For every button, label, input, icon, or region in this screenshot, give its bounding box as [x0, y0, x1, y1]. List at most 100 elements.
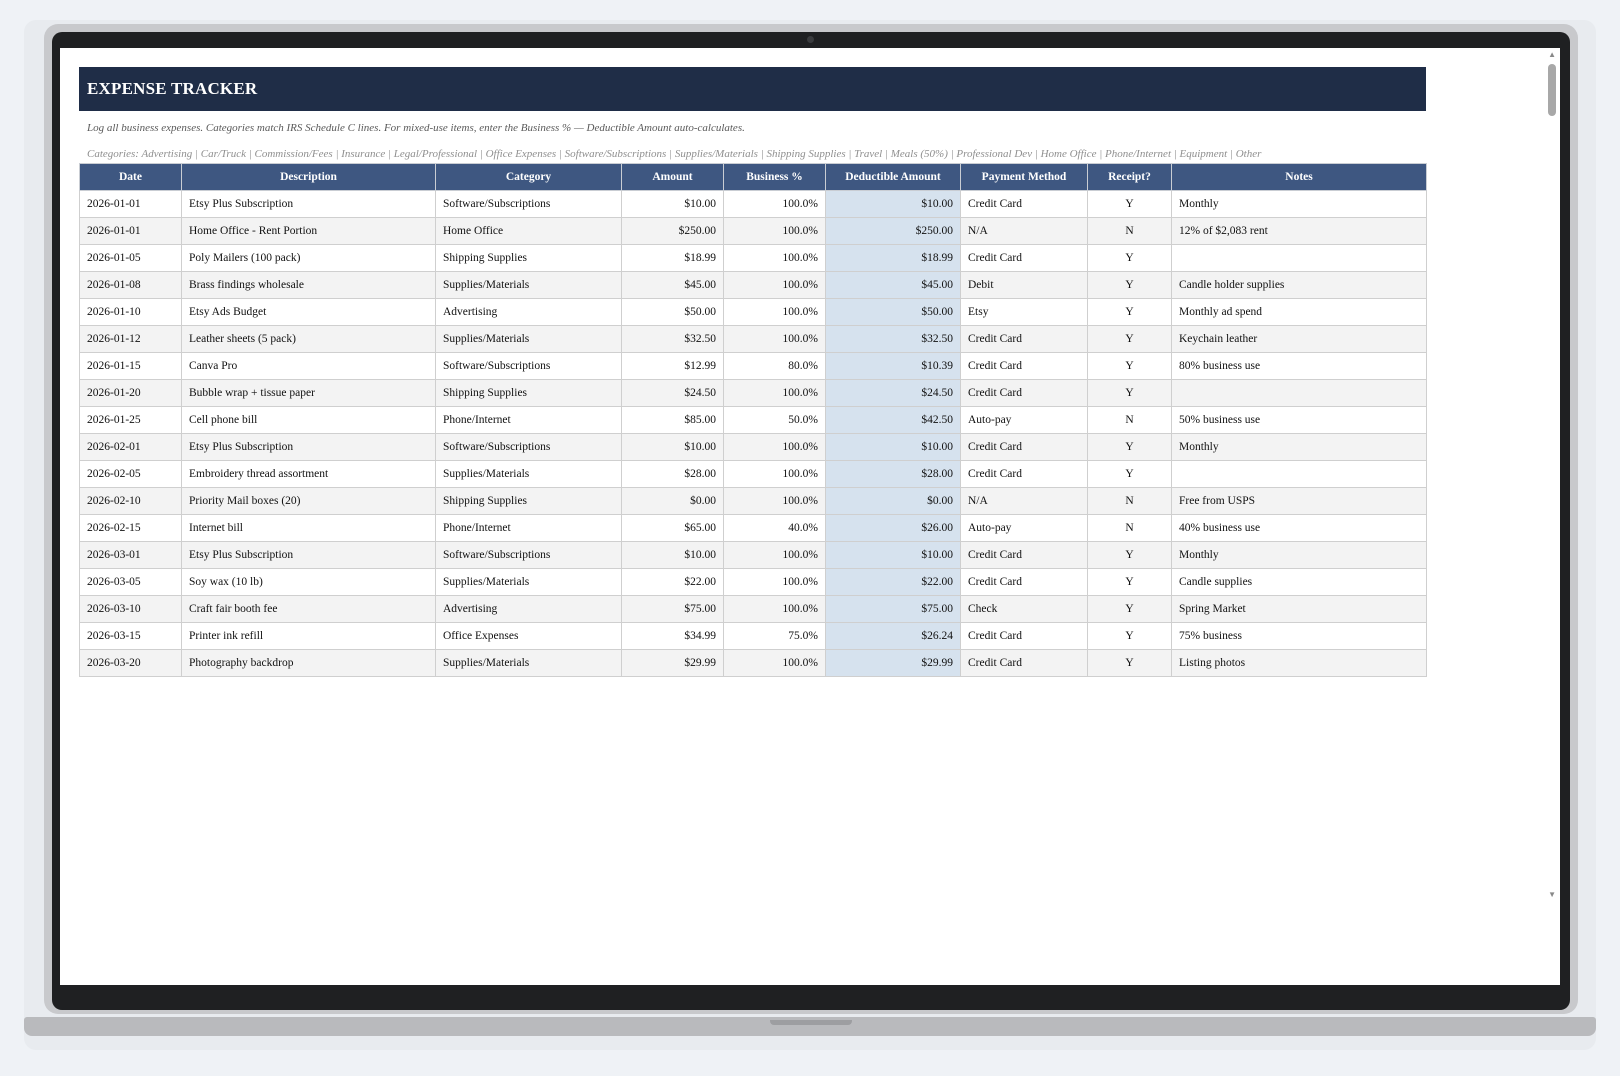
cell-amount[interactable]: $75.00 — [621, 595, 724, 623]
cell-business-percent[interactable]: 100.0% — [723, 298, 826, 326]
cell-description[interactable]: Embroidery thread assortment — [181, 460, 436, 488]
cell-business-percent[interactable]: 100.0% — [723, 379, 826, 407]
cell-business-percent[interactable]: 100.0% — [723, 271, 826, 299]
cell-amount[interactable]: $18.99 — [621, 244, 724, 272]
cell-receipt[interactable]: N — [1087, 406, 1172, 434]
cell-receipt[interactable]: Y — [1087, 244, 1172, 272]
cell-category[interactable]: Supplies/Materials — [435, 271, 622, 299]
cell-date[interactable]: 2026-01-01 — [79, 217, 182, 245]
cell-notes[interactable]: Monthly — [1171, 190, 1427, 218]
cell-notes[interactable]: Monthly — [1171, 433, 1427, 461]
cell-deductible-amount[interactable]: $24.50 — [825, 379, 961, 407]
cell-notes[interactable]: Monthly — [1171, 541, 1427, 569]
cell-date[interactable]: 2026-01-01 — [79, 190, 182, 218]
cell-business-percent[interactable]: 100.0% — [723, 649, 826, 677]
cell-amount[interactable]: $45.00 — [621, 271, 724, 299]
cell-payment-method[interactable]: Credit Card — [960, 190, 1088, 218]
col-header-amount[interactable]: Amount — [621, 163, 724, 191]
cell-date[interactable]: 2026-03-01 — [79, 541, 182, 569]
cell-deductible-amount[interactable]: $10.00 — [825, 190, 961, 218]
cell-amount[interactable]: $10.00 — [621, 433, 724, 461]
cell-business-percent[interactable]: 100.0% — [723, 541, 826, 569]
cell-deductible-amount[interactable]: $26.24 — [825, 622, 961, 650]
cell-receipt[interactable]: Y — [1087, 568, 1172, 596]
cell-date[interactable]: 2026-03-10 — [79, 595, 182, 623]
cell-business-percent[interactable]: 40.0% — [723, 514, 826, 542]
cell-category[interactable]: Shipping Supplies — [435, 487, 622, 515]
cell-notes[interactable] — [1171, 379, 1427, 407]
cell-receipt[interactable]: Y — [1087, 298, 1172, 326]
cell-date[interactable]: 2026-01-25 — [79, 406, 182, 434]
cell-payment-method[interactable]: Debit — [960, 271, 1088, 299]
cell-deductible-amount[interactable]: $10.00 — [825, 541, 961, 569]
cell-deductible-amount[interactable]: $50.00 — [825, 298, 961, 326]
cell-business-percent[interactable]: 50.0% — [723, 406, 826, 434]
cell-business-percent[interactable]: 100.0% — [723, 460, 826, 488]
cell-receipt[interactable]: N — [1087, 217, 1172, 245]
cell-receipt[interactable]: Y — [1087, 460, 1172, 488]
cell-payment-method[interactable]: N/A — [960, 217, 1088, 245]
scroll-down-arrow-icon[interactable]: ▼ — [1548, 891, 1556, 899]
cell-date[interactable]: 2026-01-20 — [79, 379, 182, 407]
cell-deductible-amount[interactable]: $75.00 — [825, 595, 961, 623]
cell-payment-method[interactable]: Etsy — [960, 298, 1088, 326]
col-header-receipt[interactable]: Receipt? — [1087, 163, 1172, 191]
cell-receipt[interactable]: Y — [1087, 190, 1172, 218]
cell-description[interactable]: Leather sheets (5 pack) — [181, 325, 436, 353]
cell-category[interactable]: Supplies/Materials — [435, 325, 622, 353]
cell-payment-method[interactable]: Credit Card — [960, 460, 1088, 488]
cell-amount[interactable]: $32.50 — [621, 325, 724, 353]
cell-category[interactable]: Supplies/Materials — [435, 649, 622, 677]
cell-category[interactable]: Home Office — [435, 217, 622, 245]
cell-business-percent[interactable]: 80.0% — [723, 352, 826, 380]
cell-amount[interactable]: $10.00 — [621, 541, 724, 569]
cell-description[interactable]: Etsy Plus Subscription — [181, 541, 436, 569]
cell-description[interactable]: Cell phone bill — [181, 406, 436, 434]
cell-notes[interactable]: 80% business use — [1171, 352, 1427, 380]
cell-business-percent[interactable]: 100.0% — [723, 568, 826, 596]
vertical-scrollbar[interactable]: ▲ ▼ — [1542, 48, 1560, 910]
cell-amount[interactable]: $65.00 — [621, 514, 724, 542]
cell-description[interactable]: Craft fair booth fee — [181, 595, 436, 623]
cell-category[interactable]: Shipping Supplies — [435, 244, 622, 272]
cell-date[interactable]: 2026-03-20 — [79, 649, 182, 677]
cell-description[interactable]: Etsy Plus Subscription — [181, 190, 436, 218]
cell-date[interactable]: 2026-02-01 — [79, 433, 182, 461]
cell-notes[interactable]: 50% business use — [1171, 406, 1427, 434]
cell-deductible-amount[interactable]: $42.50 — [825, 406, 961, 434]
cell-deductible-amount[interactable]: $10.00 — [825, 433, 961, 461]
cell-date[interactable]: 2026-03-15 — [79, 622, 182, 650]
cell-description[interactable]: Bubble wrap + tissue paper — [181, 379, 436, 407]
cell-date[interactable]: 2026-02-10 — [79, 487, 182, 515]
cell-receipt[interactable]: Y — [1087, 595, 1172, 623]
cell-description[interactable]: Soy wax (10 lb) — [181, 568, 436, 596]
cell-business-percent[interactable]: 100.0% — [723, 487, 826, 515]
col-header-notes[interactable]: Notes — [1171, 163, 1427, 191]
cell-receipt[interactable]: N — [1087, 487, 1172, 515]
cell-receipt[interactable]: Y — [1087, 325, 1172, 353]
cell-description[interactable]: Etsy Plus Subscription — [181, 433, 436, 461]
col-header-deductible-amount[interactable]: Deductible Amount — [825, 163, 961, 191]
cell-notes[interactable]: 75% business — [1171, 622, 1427, 650]
cell-payment-method[interactable]: Auto-pay — [960, 514, 1088, 542]
cell-amount[interactable]: $29.99 — [621, 649, 724, 677]
cell-category[interactable]: Phone/Internet — [435, 406, 622, 434]
cell-notes[interactable] — [1171, 244, 1427, 272]
cell-description[interactable]: Printer ink refill — [181, 622, 436, 650]
cell-deductible-amount[interactable]: $10.39 — [825, 352, 961, 380]
cell-business-percent[interactable]: 75.0% — [723, 622, 826, 650]
cell-description[interactable]: Home Office - Rent Portion — [181, 217, 436, 245]
col-header-category[interactable]: Category — [435, 163, 622, 191]
cell-payment-method[interactable]: Credit Card — [960, 379, 1088, 407]
cell-description[interactable]: Canva Pro — [181, 352, 436, 380]
cell-payment-method[interactable]: Credit Card — [960, 325, 1088, 353]
cell-payment-method[interactable]: Credit Card — [960, 622, 1088, 650]
cell-date[interactable]: 2026-01-10 — [79, 298, 182, 326]
cell-receipt[interactable]: Y — [1087, 433, 1172, 461]
cell-receipt[interactable]: Y — [1087, 649, 1172, 677]
col-header-business-percent[interactable]: Business % — [723, 163, 826, 191]
cell-deductible-amount[interactable]: $26.00 — [825, 514, 961, 542]
cell-business-percent[interactable]: 100.0% — [723, 595, 826, 623]
cell-date[interactable]: 2026-01-15 — [79, 352, 182, 380]
cell-receipt[interactable]: Y — [1087, 352, 1172, 380]
